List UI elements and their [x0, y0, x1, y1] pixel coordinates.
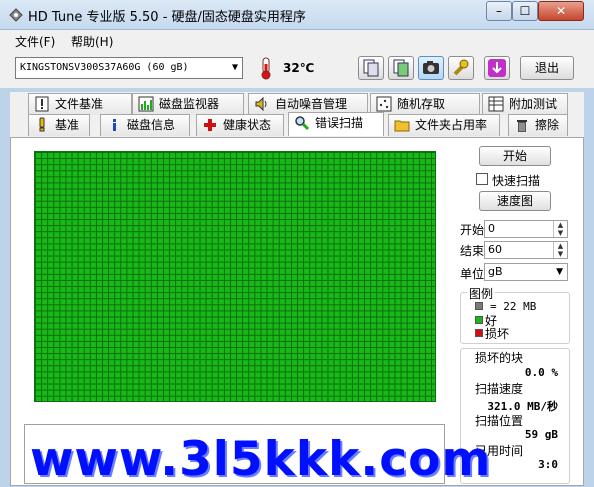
- menu-file[interactable]: 文件(F): [15, 33, 55, 50]
- tab-health[interactable]: 健康状态: [196, 114, 284, 136]
- legend-block-swatch: [475, 302, 483, 310]
- tab-label: 错误扫描: [315, 116, 364, 130]
- screenshot-button[interactable]: [418, 56, 444, 80]
- close-button[interactable]: ✕: [538, 1, 584, 21]
- end-position-field[interactable]: 60 ▲ ▼: [484, 241, 568, 259]
- thermometer-icon: [257, 56, 275, 80]
- tab-label: 附加测试: [509, 97, 558, 111]
- exclamation-icon: [34, 96, 50, 112]
- speaker-icon: [254, 96, 270, 112]
- menu-help[interactable]: 帮助(H): [71, 33, 113, 50]
- watermark-text: www.3l5kkk.com: [30, 432, 492, 487]
- save-button[interactable]: [484, 56, 510, 80]
- exclamation-icon: [34, 117, 50, 133]
- bar-chart-icon: [138, 96, 154, 112]
- info-icon: [106, 117, 122, 133]
- start-scan-button[interactable]: 开始: [479, 146, 551, 166]
- spinner-icon[interactable]: ▲ ▼: [553, 221, 567, 237]
- trash-icon: [514, 117, 530, 133]
- end-label: 结束: [460, 244, 485, 258]
- copy-text-button[interactable]: [358, 56, 384, 80]
- scan-speed-label: 扫描速度: [475, 382, 524, 396]
- temperature-readout: 32℃: [283, 61, 315, 75]
- red-cross-icon: [202, 117, 218, 133]
- damaged-blocks-value: 0.0 %: [524, 366, 558, 379]
- chevron-down-icon: ▼: [556, 267, 563, 277]
- scan-position-value: 59 gB: [524, 428, 558, 441]
- drive-select-value: KINGSTONSV300S37A60G (60 gB): [20, 62, 189, 73]
- chevron-down-icon: ▼: [231, 62, 238, 73]
- legend-good-swatch: [475, 316, 483, 324]
- tab-erase[interactable]: 擦除: [508, 114, 568, 136]
- options-button[interactable]: [448, 56, 474, 80]
- quick-scan-checkbox[interactable]: [476, 173, 488, 185]
- speed-map-button[interactable]: 速度图: [479, 191, 551, 211]
- start-label: 开始: [460, 223, 485, 237]
- app-icon: [8, 7, 24, 23]
- table-icon: [488, 96, 504, 112]
- tab-disk-monitor[interactable]: 磁盘监视器: [132, 93, 244, 115]
- legend-bad-label: 损坏: [485, 327, 510, 341]
- copy-icon: [363, 59, 379, 77]
- tab-label: 磁盘信息: [127, 118, 176, 132]
- start-position-field[interactable]: 0 ▲ ▼: [484, 220, 568, 238]
- unit-select-value: gB: [488, 265, 503, 278]
- legend-bad-swatch: [475, 329, 483, 337]
- folder-icon: [394, 117, 410, 133]
- copy-image-icon: [393, 59, 409, 77]
- tab-label: 磁盘监视器: [159, 97, 220, 111]
- tab-folder-usage[interactable]: 文件夹占用率: [388, 114, 500, 136]
- tab-random-access[interactable]: 随机存取: [370, 93, 480, 115]
- window-title: HD Tune 专业版 5.50 - 硬盘/固态硬盘实用程序: [28, 10, 306, 25]
- start-position-value: 0: [488, 222, 495, 235]
- unit-select[interactable]: gB ▼: [484, 263, 568, 281]
- tab-benchmark[interactable]: 基准: [28, 114, 90, 136]
- spinner-icon[interactable]: ▲ ▼: [553, 242, 567, 258]
- drive-select[interactable]: KINGSTONSV300S37A60G (60 gB) ▼: [15, 57, 243, 79]
- tab-label: 文件夹占用率: [415, 118, 488, 132]
- magnifier-icon: [294, 115, 310, 131]
- quick-scan-label: 快速扫描: [492, 174, 541, 188]
- camera-icon: [423, 61, 439, 74]
- tab-extra-tests[interactable]: 附加测试: [482, 93, 568, 115]
- unit-label: 单位: [460, 267, 485, 281]
- tab-label: 文件基准: [55, 97, 104, 111]
- exit-button[interactable]: 退出: [520, 56, 574, 80]
- scatter-icon: [376, 96, 392, 112]
- tab-error-scan[interactable]: 错误扫描: [288, 112, 384, 136]
- tab-disk-info[interactable]: 磁盘信息: [100, 114, 190, 136]
- tab-label: 健康状态: [223, 118, 272, 132]
- damaged-blocks-label: 损坏的块: [475, 351, 524, 365]
- download-arrow-icon: [488, 59, 506, 77]
- tab-file-benchmark[interactable]: 文件基准: [28, 93, 132, 115]
- wrench-icon: [453, 59, 469, 76]
- maximize-button[interactable]: ☐: [512, 1, 538, 21]
- end-position-value: 60: [488, 243, 502, 256]
- copy-screenshot-button[interactable]: [388, 56, 414, 80]
- tab-label: 擦除: [535, 118, 560, 132]
- scan-block-map: [34, 151, 436, 402]
- tab-label: 自动噪音管理: [275, 97, 348, 111]
- tab-label: 基准: [55, 118, 80, 132]
- elapsed-time-value: 3:0: [538, 458, 558, 471]
- minimize-button[interactable]: –: [486, 1, 512, 21]
- tab-label: 随机存取: [397, 97, 446, 111]
- scan-position-label: 扫描位置: [475, 414, 524, 428]
